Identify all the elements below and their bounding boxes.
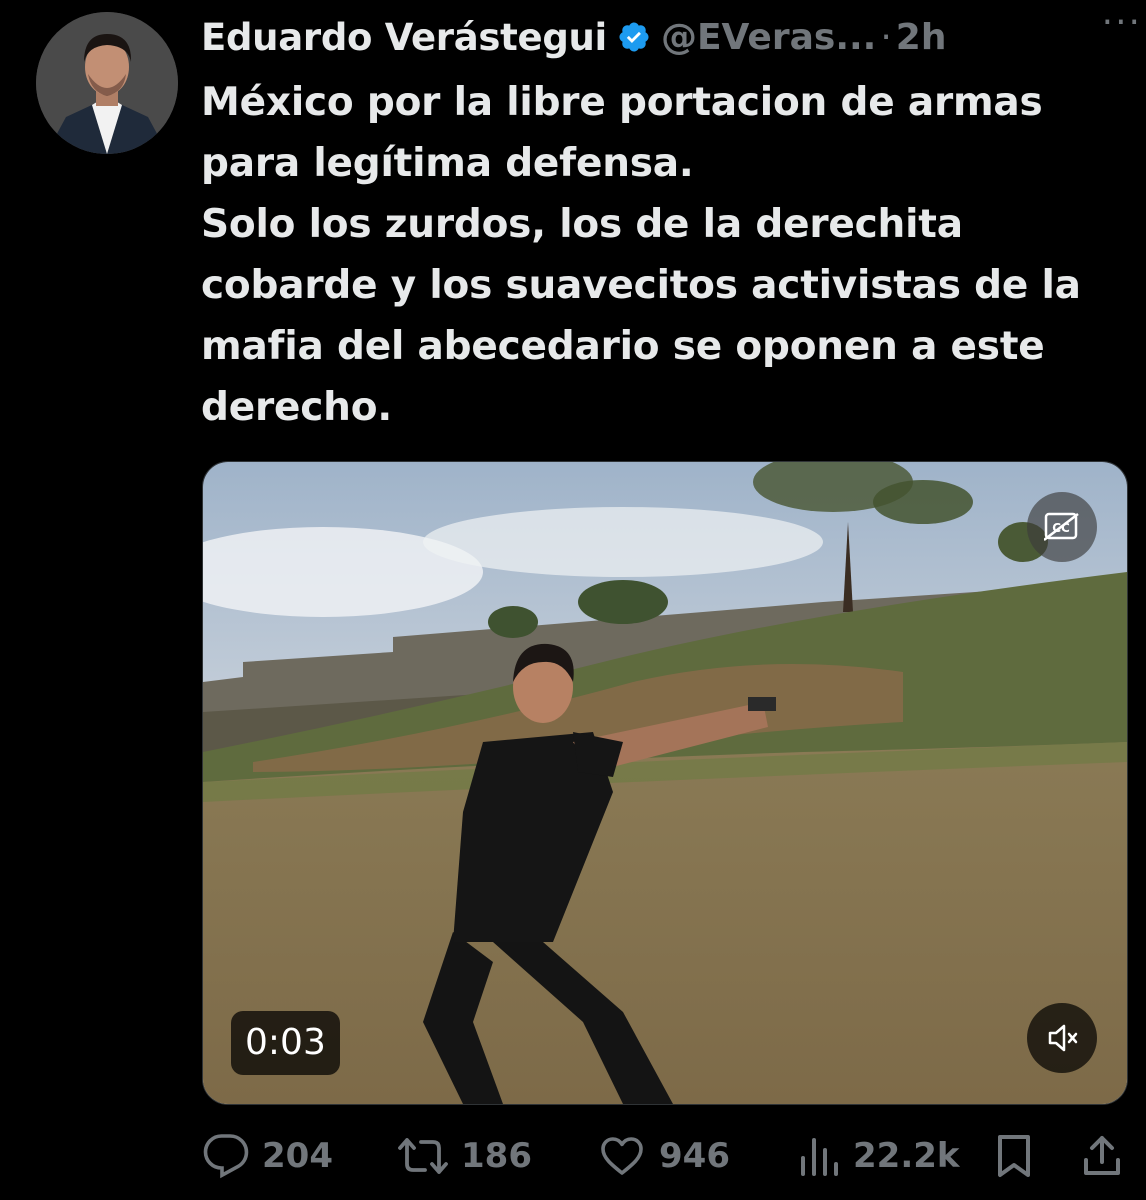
avatar[interactable]	[36, 12, 178, 154]
bookmark-button[interactable]	[994, 1128, 1034, 1184]
repost-button[interactable]: 186	[397, 1128, 532, 1184]
author-display-name[interactable]: Eduardo Verástegui	[201, 16, 607, 59]
views-button[interactable]: 22.2k	[797, 1128, 960, 1184]
mute-toggle-button[interactable]	[1027, 1003, 1097, 1073]
like-count: 946	[659, 1136, 730, 1176]
separator-dot: ·	[880, 16, 892, 58]
tweet-actions: 204 186 946 22.2k	[202, 1128, 1126, 1184]
like-button[interactable]: 946	[597, 1128, 730, 1184]
heart-icon	[601, 1137, 643, 1175]
video-player[interactable]: CC 0:03	[202, 461, 1128, 1105]
bookmark-icon	[998, 1135, 1030, 1177]
views-chart-icon	[801, 1138, 838, 1176]
view-count: 22.2k	[853, 1136, 960, 1176]
reply-button[interactable]: 204	[202, 1128, 333, 1184]
more-options-icon[interactable]: ···	[1102, 2, 1142, 43]
timestamp[interactable]: 2h	[896, 17, 947, 58]
muted-speaker-icon	[1048, 1024, 1078, 1052]
author-handle[interactable]: @EVeras...	[661, 17, 876, 58]
repost-icon	[398, 1138, 448, 1174]
video-frame	[203, 462, 1127, 1104]
tweet: Eduardo Verástegui @EVeras... · 2h ··· M…	[0, 0, 1146, 1200]
tweet-header: Eduardo Verástegui @EVeras... · 2h	[201, 12, 1126, 62]
reply-count: 204	[262, 1136, 333, 1176]
avatar-portrait	[36, 12, 178, 154]
closed-captions-button[interactable]: CC	[1027, 492, 1097, 562]
verified-badge-icon	[617, 20, 651, 54]
share-icon	[1084, 1136, 1120, 1175]
reply-icon	[203, 1134, 249, 1179]
closed-captions-icon: CC	[1044, 512, 1079, 541]
video-duration: 0:03	[231, 1011, 340, 1075]
repost-count: 186	[461, 1136, 532, 1176]
tweet-text: México por la libre portacion de armas p…	[201, 80, 1081, 430]
share-button[interactable]	[1082, 1128, 1122, 1184]
